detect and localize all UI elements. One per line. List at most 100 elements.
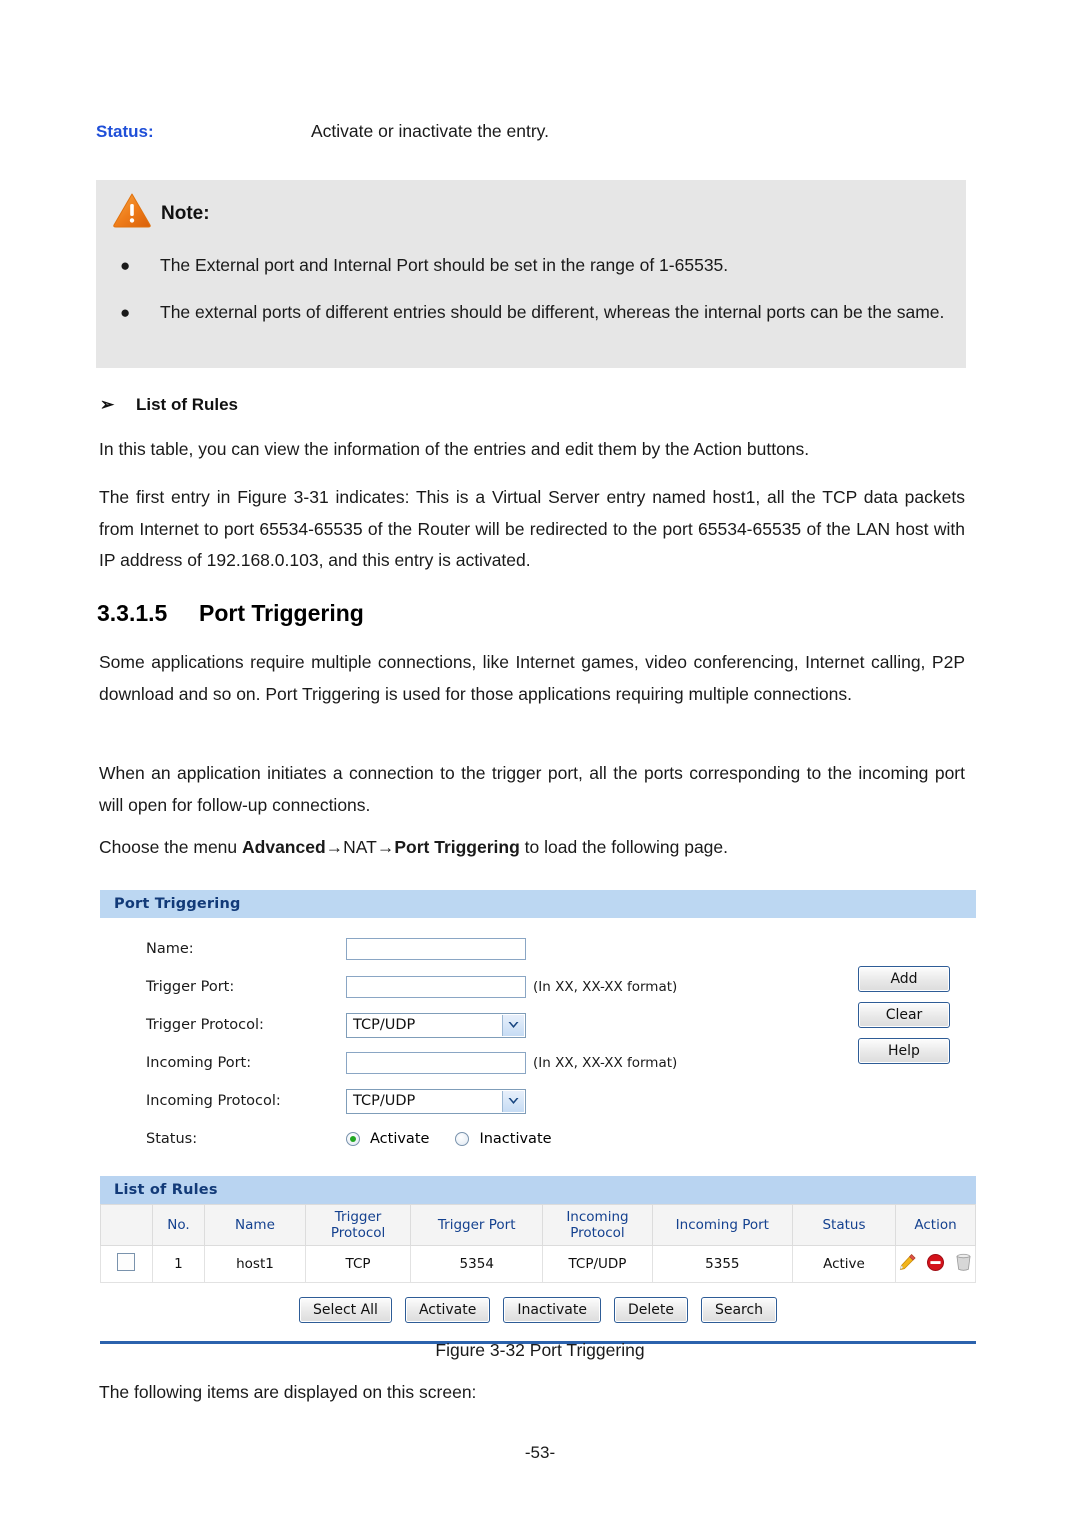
row-select-cell[interactable] [100, 1245, 153, 1283]
incoming-protocol-select[interactable]: TCP/UDP [346, 1088, 526, 1114]
column-header-name: Name [204, 1204, 306, 1246]
trigger-protocol-value: TCP/UDP [353, 1017, 416, 1033]
delete-button[interactable]: Delete [613, 1297, 688, 1323]
note-bullet-list: ● The External port and Internal Port sh… [112, 250, 950, 344]
section-number: 3.3.1.5 [97, 600, 168, 626]
arrow-bullet-icon: ➢ [100, 395, 115, 414]
radio-inactivate-label[interactable]: Inactivate [479, 1131, 551, 1147]
choose-menu-prefix: Choose the menu [99, 837, 243, 857]
note-item-text: The External port and Internal Port shou… [160, 255, 729, 275]
menu-arrow-1: → [325, 837, 344, 857]
paragraph-in-this-table: In this table, you can view the informat… [99, 439, 810, 459]
incoming-protocol-label: Incoming Protocol: [146, 1093, 281, 1109]
note-title: Note: [161, 203, 210, 224]
row-incoming-protocol: TCP/UDP [542, 1245, 653, 1283]
warning-triangle-icon [112, 192, 152, 228]
trigger-port-input[interactable] [346, 976, 526, 998]
panel-title-band: Port Triggering [100, 890, 976, 918]
inactivate-button[interactable]: Inactivate [503, 1297, 601, 1323]
status-term-label: Status: [96, 122, 154, 141]
table-header-row: No. Name Trigger Protocol Trigger Port I… [100, 1204, 976, 1246]
document-page: Status: Activate or inactivate the entry… [0, 0, 1080, 1527]
delete-trash-icon[interactable] [954, 1252, 973, 1276]
form-row-status: Status: Activate Inactivate [100, 1120, 976, 1158]
help-button[interactable]: Help [858, 1038, 950, 1064]
row-checkbox[interactable] [117, 1253, 136, 1271]
menu-path-advanced: Advanced [242, 837, 326, 857]
row-action-cell [895, 1245, 976, 1283]
after-figure-text: The following items are displayed on thi… [99, 1382, 477, 1402]
radio-activate-label[interactable]: Activate [370, 1131, 429, 1147]
rules-table: No. Name Trigger Protocol Trigger Port I… [100, 1204, 976, 1283]
page-number: -53- [524, 1443, 556, 1462]
panel-form-area: Name: Trigger Port: (In XX, XX-XX format… [100, 918, 976, 1176]
section-heading: 3.3.1.5 Port Triggering [97, 600, 364, 627]
row-incoming-port: 5355 [651, 1245, 793, 1283]
form-row-incoming-port: Incoming Port: (In XX, XX-XX format) [100, 1044, 976, 1082]
chevron-down-icon[interactable] [502, 1090, 524, 1112]
note-item: ● The External port and Internal Port sh… [112, 250, 950, 281]
activate-button[interactable]: Activate [404, 1297, 491, 1323]
row-trigger-port: 5354 [410, 1245, 544, 1283]
trigger-protocol-label: Trigger Protocol: [146, 1017, 264, 1033]
menu-arrow-2: → [376, 837, 395, 857]
paragraph-some-applications: Some applications require multiple conne… [99, 652, 965, 704]
name-input[interactable] [346, 938, 526, 960]
column-header-incoming-port: Incoming Port [651, 1204, 793, 1246]
row-no: 1 [151, 1245, 206, 1283]
incoming-port-hint: (In XX, XX-XX format) [533, 1055, 678, 1071]
paragraph-choose-menu: Choose the menu Advanced→NAT→Port Trigge… [99, 832, 965, 864]
column-header-trigger-protocol: Trigger Protocol [304, 1204, 412, 1246]
incoming-protocol-value: TCP/UDP [353, 1093, 416, 1109]
choose-menu-suffix: to load the following page. [519, 837, 729, 857]
status-definition-row: Status: Activate or inactivate the entry… [96, 121, 976, 142]
form-row-trigger-port: Trigger Port: (In XX, XX-XX format) [100, 968, 976, 1006]
note-item-text: The external ports of different entries … [160, 302, 945, 322]
search-button[interactable]: Search [700, 1297, 778, 1323]
column-header-no: No. [151, 1204, 206, 1246]
action-icon-group [898, 1252, 973, 1276]
note-box: Note: ● The External port and Internal P… [96, 180, 966, 368]
table-row: 1 host1 TCP 5354 TCP/UDP 5355 Active [100, 1245, 976, 1283]
radio-selected-dot [350, 1136, 356, 1142]
add-button[interactable]: Add [858, 966, 950, 992]
form-row-trigger-protocol: Trigger Protocol: TCP/UDP [100, 1006, 976, 1044]
row-trigger-protocol: TCP [304, 1245, 412, 1283]
status-radio-group: Activate Inactivate [346, 1131, 568, 1147]
side-button-group: Add Clear Help [858, 966, 950, 1064]
row-name: host1 [204, 1245, 306, 1283]
clear-button[interactable]: Clear [858, 1002, 950, 1028]
radio-activate[interactable] [346, 1132, 360, 1146]
menu-path-nat: NAT [343, 837, 377, 857]
status-description: Activate or inactivate the entry. [311, 121, 549, 141]
list-of-rules-heading-label: List of Rules [136, 395, 239, 414]
form-row-name: Name: [100, 930, 976, 968]
bullet-glyph: ● [120, 303, 131, 322]
bullet-glyph: ● [120, 256, 131, 275]
figure-caption: Figure 3-32 Port Triggering [435, 1340, 645, 1360]
paragraph-first-entry: The first entry in Figure 3-31 indicates… [99, 487, 965, 570]
list-of-rules-heading: ➢ List of Rules [100, 395, 238, 415]
edit-pencil-icon[interactable] [898, 1253, 917, 1276]
paragraph-when-an-application: When an application initiates a connecti… [99, 763, 965, 815]
incoming-port-label: Incoming Port: [146, 1055, 252, 1071]
list-of-rules-band: List of Rules [100, 1176, 976, 1204]
radio-inactivate[interactable] [455, 1132, 470, 1146]
form-row-incoming-protocol: Incoming Protocol: TCP/UDP [100, 1082, 976, 1120]
column-header-incoming-protocol: Incoming Protocol [542, 1204, 653, 1246]
trigger-port-label: Trigger Port: [146, 979, 235, 995]
select-all-button[interactable]: Select All [298, 1297, 392, 1323]
incoming-port-input[interactable] [346, 1052, 526, 1074]
chevron-down-icon[interactable] [502, 1014, 524, 1036]
column-header-status: Status [791, 1204, 897, 1246]
note-header: Note: [112, 192, 210, 228]
trigger-port-hint: (In XX, XX-XX format) [533, 979, 678, 995]
bottom-button-group: Select All Activate Inactivate Delete Se… [100, 1283, 976, 1339]
disable-icon[interactable] [926, 1253, 945, 1276]
section-title: Port Triggering [199, 600, 364, 626]
row-status: Active [791, 1245, 897, 1283]
trigger-protocol-select[interactable]: TCP/UDP [346, 1012, 526, 1038]
menu-path-port-triggering: Port Triggering [394, 837, 520, 857]
note-item: ● The external ports of different entrie… [112, 297, 950, 328]
column-header-trigger-port: Trigger Port [410, 1204, 544, 1246]
